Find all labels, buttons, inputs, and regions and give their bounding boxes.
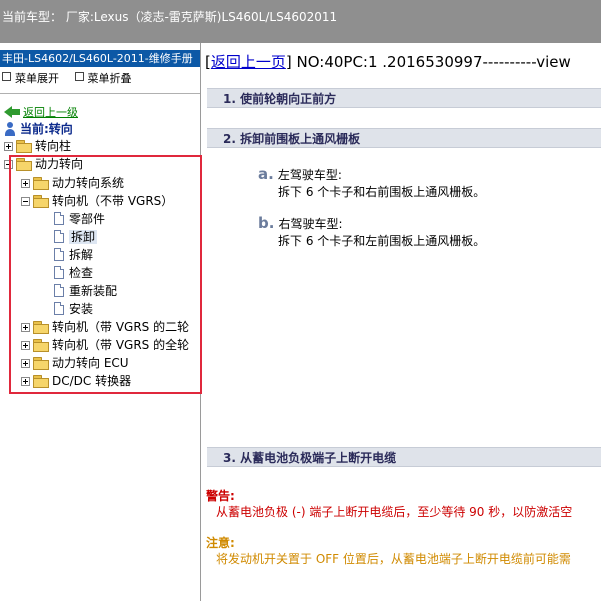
back-to-parent-link[interactable]: 返回上一级 (4, 103, 78, 121)
substep-title: 左驾驶车型: (277, 168, 342, 182)
current-location-icon (4, 122, 16, 136)
substep-b: b. 右驾驶车型: 拆下 6 个卡子和左前围板上通风栅板。 (258, 215, 485, 250)
substep-letter: b. (258, 214, 275, 232)
step-heading-3: 3. 从蓄电池负极端子上断开电缆 (207, 447, 601, 467)
warning-title: 警告: (206, 489, 235, 503)
step-heading-1: 1. 使前轮朝向正前方 (207, 88, 601, 108)
manual-header: 丰田-LS4602/LS460L-2011-维修手册 (0, 50, 200, 67)
current-location: 当前:转向 (4, 120, 73, 138)
collapse-icon (74, 72, 84, 81)
warning-text: 从蓄电池负极 (-) 端子上断开电缆后，至少等待 90 秒，以防激活空 (216, 505, 573, 519)
back-arrow-icon (4, 106, 20, 118)
highlight-box (9, 155, 202, 394)
note-text: 将发动机开关置于 OFF 位置后，从蓄电池端子上断开电缆前可能需 (216, 552, 571, 566)
folder-icon (16, 140, 32, 153)
tree-toolbar: 菜单展开 菜单折叠 (2, 70, 144, 86)
window-title: 当前车型： 厂家:Lexus（凌志-雷克萨斯)LS460L/LS4602011 (2, 10, 338, 24)
expand-icon (2, 72, 11, 81)
substep-a: a. 左驾驶车型: 拆下 6 个卡子和右前围板上通风栅板。 (258, 166, 485, 201)
content-panel: [返回上一页] NO:40PC:1 .2016530997----------v… (201, 43, 601, 601)
substep-text: 拆下 6 个卡子和右前围板上通风栅板。 (278, 185, 486, 199)
doc-header: [返回上一页] NO:40PC:1 .2016530997----------v… (205, 53, 571, 71)
doc-id: NO:40PC:1 .2016530997----------view (296, 53, 571, 71)
divider (0, 93, 200, 94)
expand-toggle-icon[interactable] (4, 142, 13, 151)
expand-menu-button[interactable]: 菜单展开 (2, 70, 59, 86)
back-page-link[interactable]: 返回上一页 (211, 53, 286, 71)
note-title: 注意: (206, 536, 235, 550)
substep-title: 右驾驶车型: (278, 217, 343, 231)
tree-node-steering-column[interactable]: 转向柱 (4, 137, 71, 155)
manual-header-label: 丰田-LS4602/LS460L-2011-维修手册 (2, 52, 193, 65)
step-heading-2: 2. 拆卸前围板上通风栅板 (207, 128, 601, 148)
collapse-menu-button[interactable]: 菜单折叠 (74, 70, 132, 86)
title-bar: 当前车型： 厂家:Lexus（凌志-雷克萨斯)LS460L/LS4602011 (0, 0, 601, 43)
substep-letter: a. (258, 165, 274, 183)
substep-text: 拆下 6 个卡子和左前围板上通风栅板。 (278, 234, 486, 248)
